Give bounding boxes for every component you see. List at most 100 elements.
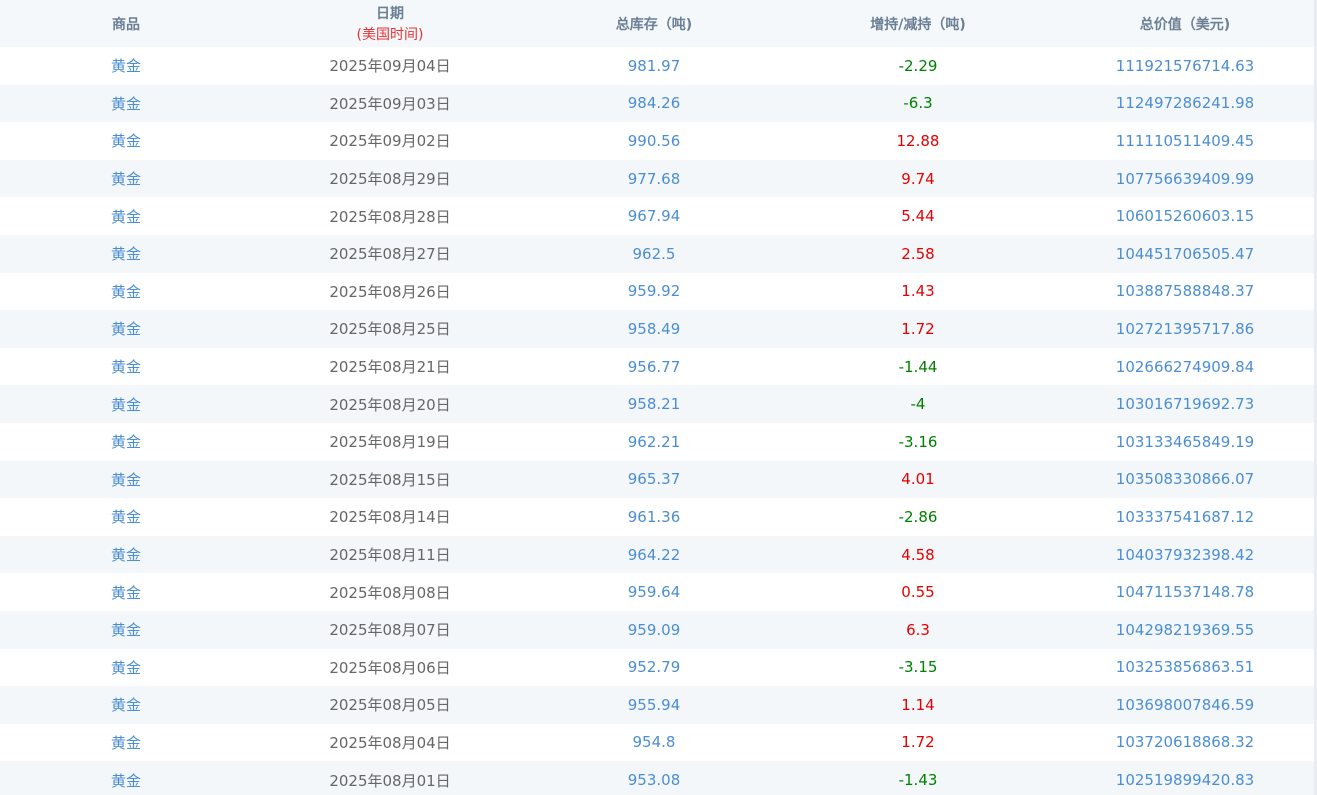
total-holdings-cell: 981.97: [627, 56, 681, 75]
product-link[interactable]: 黄金: [0, 348, 252, 386]
product-link[interactable]: 黄金: [0, 122, 252, 160]
product-link[interactable]: 黄金: [0, 573, 252, 611]
total-holdings-cell: 964.22: [627, 545, 681, 564]
change-cell: 6.3: [906, 620, 930, 639]
date-cell: 2025年09月04日: [329, 57, 451, 76]
product-link[interactable]: 黄金: [0, 761, 252, 795]
total-holdings-cell: 958.49: [627, 319, 681, 338]
total-holdings-cell: 952.79: [627, 658, 681, 677]
total-holdings-cell: 977.68: [627, 169, 681, 188]
date-cell: 2025年08月27日: [329, 245, 451, 264]
date-cell: 2025年08月01日: [329, 771, 451, 790]
date-cell: 2025年08月26日: [329, 282, 451, 301]
date-cell: 2025年08月25日: [329, 320, 451, 339]
date-cell: 2025年08月04日: [329, 733, 451, 752]
change-cell: 1.72: [901, 733, 935, 752]
table-row: 黄金 2025年08月07日 959.09 6.3 104298219369.55: [0, 610, 1314, 649]
date-cell: 2025年08月28日: [329, 207, 451, 226]
table-row: 黄金 2025年08月19日 962.21 -3.16 103133465849.19: [0, 423, 1314, 461]
product-link[interactable]: 黄金: [0, 197, 252, 235]
total-value-cell: 103720618868.32: [1115, 733, 1255, 752]
product-link[interactable]: 黄金: [0, 649, 252, 687]
table-row: 黄金 2025年08月05日 955.94 1.14 103698007846.59: [0, 686, 1314, 724]
product-link[interactable]: 黄金: [0, 85, 252, 123]
change-cell: -4: [910, 395, 926, 414]
change-cell: -3.15: [898, 658, 938, 677]
date-cell: 2025年09月03日: [329, 94, 451, 113]
total-value-cell: 103133465849.19: [1115, 432, 1255, 451]
product-link[interactable]: 黄金: [0, 160, 252, 198]
table-row: 黄金 2025年08月21日 956.77 -1.44 102666274909.84: [0, 348, 1314, 386]
table-row: 黄金 2025年09月03日 984.26 -6.3 112497286241.98: [0, 84, 1314, 123]
header-total-holdings: 总库存（吨): [615, 16, 693, 33]
product-link[interactable]: 黄金: [0, 273, 252, 311]
date-cell: 2025年08月20日: [329, 395, 451, 414]
total-value-cell: 104711537148.78: [1115, 583, 1255, 602]
total-holdings-cell: 959.92: [627, 282, 681, 301]
total-value-cell: 112497286241.98: [1115, 94, 1255, 113]
date-cell: 2025年08月15日: [329, 470, 451, 489]
total-value-cell: 103016719692.73: [1115, 395, 1255, 414]
table-row: 黄金 2025年08月14日 961.36 -2.86 103337541687.12: [0, 498, 1314, 536]
change-cell: 1.14: [901, 695, 935, 714]
change-cell: 4.58: [901, 545, 935, 564]
header-date: 日期 (美国时间): [252, 0, 528, 47]
table-row: 黄金 2025年09月04日 981.97 -2.29 111921576714.63: [0, 47, 1314, 85]
table-row: 黄金 2025年08月01日 953.08 -1.43 102519899420.83: [0, 761, 1314, 795]
product-link[interactable]: 黄金: [0, 47, 252, 85]
change-cell: 1.72: [901, 319, 935, 338]
date-cell: 2025年08月07日: [329, 621, 451, 640]
total-holdings-cell: 959.09: [627, 620, 681, 639]
total-value-cell: 103337541687.12: [1115, 507, 1255, 526]
product-link[interactable]: 黄金: [0, 423, 252, 461]
product-link[interactable]: 黄金: [0, 385, 252, 423]
product-link[interactable]: 黄金: [0, 461, 252, 499]
product-link[interactable]: 黄金: [0, 498, 252, 536]
table-row: 黄金 2025年08月27日 962.5 2.58 104451706505.47: [0, 234, 1314, 273]
header-row: 商品 日期 (美国时间) 总库存（吨) 增持/减持（吨) 总价值（美元): [0, 0, 1314, 47]
total-value-cell: 104451706505.47: [1115, 244, 1255, 263]
total-value-cell: 106015260603.15: [1115, 207, 1255, 226]
total-value-cell: 102666274909.84: [1115, 357, 1255, 376]
total-value-cell: 103253856863.51: [1115, 658, 1255, 677]
change-cell: 4.01: [901, 470, 935, 489]
change-cell: -1.44: [898, 357, 938, 376]
date-cell: 2025年08月06日: [329, 658, 451, 677]
header-date-timezone-note: (美国时间): [356, 27, 424, 43]
total-value-cell: 104037932398.42: [1115, 545, 1255, 564]
change-cell: -3.16: [898, 432, 938, 451]
date-cell: 2025年08月08日: [329, 583, 451, 602]
total-holdings-cell: 954.8: [632, 733, 676, 752]
date-cell: 2025年08月21日: [329, 358, 451, 377]
table-row: 黄金 2025年08月29日 977.68 9.74 107756639409.99: [0, 159, 1314, 198]
gold-holdings-table: 商品 日期 (美国时间) 总库存（吨) 增持/减持（吨) 总价值（美元) 黄金 2…: [0, 0, 1314, 795]
table-row: 黄金 2025年08月26日 959.92 1.43 103887588848.37: [0, 273, 1314, 311]
change-cell: -1.43: [898, 771, 938, 790]
product-link[interactable]: 黄金: [0, 686, 252, 724]
total-holdings-cell: 955.94: [627, 695, 681, 714]
total-value-cell: 103698007846.59: [1115, 695, 1255, 714]
total-value-cell: 103887588848.37: [1115, 282, 1255, 301]
product-link[interactable]: 黄金: [0, 611, 252, 649]
date-cell: 2025年08月14日: [329, 508, 451, 527]
date-cell: 2025年08月05日: [329, 696, 451, 715]
product-link[interactable]: 黄金: [0, 235, 252, 273]
total-holdings-cell: 953.08: [627, 771, 681, 790]
table-row: 黄金 2025年08月15日 965.37 4.01 103508330866.07: [0, 460, 1314, 499]
total-value-cell: 111921576714.63: [1115, 56, 1255, 75]
table-row: 黄金 2025年08月28日 967.94 5.44 106015260603.15: [0, 197, 1314, 235]
total-value-cell: 102721395717.86: [1115, 319, 1255, 338]
product-link[interactable]: 黄金: [0, 536, 252, 574]
change-cell: 9.74: [901, 169, 935, 188]
total-holdings-cell: 962.21: [627, 432, 681, 451]
change-cell: 12.88: [896, 131, 940, 150]
change-cell: -6.3: [903, 94, 933, 113]
table-row: 黄金 2025年09月02日 990.56 12.88 111110511409.45: [0, 122, 1314, 160]
total-holdings-cell: 962.5: [632, 244, 676, 263]
table-body: 黄金 2025年09月04日 981.97 -2.29 111921576714.63 黄…: [0, 47, 1314, 795]
date-cell: 2025年08月29日: [329, 170, 451, 189]
product-link[interactable]: 黄金: [0, 724, 252, 762]
product-link[interactable]: 黄金: [0, 310, 252, 348]
table-header: 商品 日期 (美国时间) 总库存（吨) 增持/减持（吨) 总价值（美元): [0, 0, 1314, 47]
total-holdings-cell: 959.64: [627, 583, 681, 602]
